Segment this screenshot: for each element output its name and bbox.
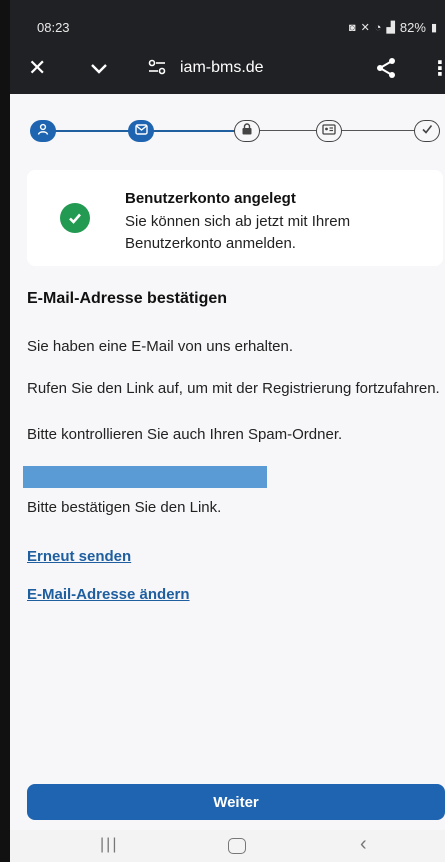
- lock-icon: [241, 122, 253, 140]
- continue-button[interactable]: Weiter: [27, 784, 445, 820]
- change-email-link[interactable]: E-Mail-Adresse ändern: [27, 586, 190, 603]
- notification-icon: ◙: [348, 21, 356, 34]
- site-settings-icon[interactable]: [147, 57, 167, 80]
- id-card-icon: [322, 122, 336, 140]
- step-complete: [414, 120, 440, 142]
- info-paragraph-link: Rufen Sie den Link auf, um mit der Regis…: [27, 380, 440, 397]
- stepper-line-done: [152, 130, 236, 132]
- info-paragraph-received: Sie haben eine E-Mail von uns erhalten.: [27, 338, 294, 355]
- user-icon: [37, 122, 49, 140]
- success-card: Benutzerkonto angelegt Sie können sich a…: [27, 170, 443, 266]
- step-identity: [316, 120, 342, 142]
- status-icons: ◙ ✕ ◔ ▟ 82% ▮: [349, 20, 437, 35]
- email-icon: [134, 122, 148, 140]
- browser-toolbar: ✕ iam-bms.de ⋮: [10, 44, 445, 94]
- step-user: [30, 120, 56, 142]
- info-paragraph-spam: Bitte kontrollieren Sie auch Ihren Spam-…: [27, 426, 343, 443]
- back-icon[interactable]: ‹: [360, 833, 367, 856]
- chevron-down-icon[interactable]: [88, 57, 110, 84]
- confirm-text: Bitte bestätigen Sie den Link.: [27, 499, 222, 516]
- phone-screen: 08:23 ◙ ✕ ◔ ▟ 82% ▮ ✕ iam-bms.de ⋮ Benut…: [10, 0, 445, 862]
- recent-apps-icon[interactable]: |||: [100, 836, 118, 854]
- redacted-email: [23, 466, 267, 488]
- url-text[interactable]: iam-bms.de: [180, 59, 264, 77]
- stepper-line-todo: [258, 130, 318, 131]
- registration-stepper: [10, 108, 445, 154]
- close-icon[interactable]: ✕: [28, 55, 46, 81]
- success-text: Sie können sich ab jetzt mit Ihrem Benut…: [125, 213, 351, 252]
- system-nav-bar: ||| ‹: [10, 830, 445, 862]
- more-menu-icon[interactable]: ⋮: [430, 56, 445, 81]
- success-check-icon: [60, 203, 90, 233]
- home-icon[interactable]: [228, 838, 246, 854]
- mute-icon: ✕: [360, 22, 370, 34]
- check-icon: [421, 122, 433, 140]
- wifi-icon: ◔: [374, 21, 382, 34]
- status-bar: 08:23 ◙ ✕ ◔ ▟ 82% ▮: [10, 0, 445, 44]
- share-icon[interactable]: [375, 57, 397, 84]
- success-title: Benutzerkonto angelegt: [125, 190, 296, 207]
- step-password: [234, 120, 260, 142]
- battery-percent: 82%: [399, 20, 426, 35]
- page-heading: E-Mail-Adresse bestätigen: [27, 290, 228, 307]
- battery-icon: ▮: [430, 22, 437, 34]
- resend-email-link[interactable]: Erneut senden: [27, 548, 131, 565]
- signal-icon: ▟: [386, 22, 395, 34]
- stepper-line-done: [54, 130, 130, 132]
- step-email: [128, 120, 154, 142]
- status-time: 08:23: [37, 20, 70, 35]
- stepper-line-todo: [340, 130, 418, 131]
